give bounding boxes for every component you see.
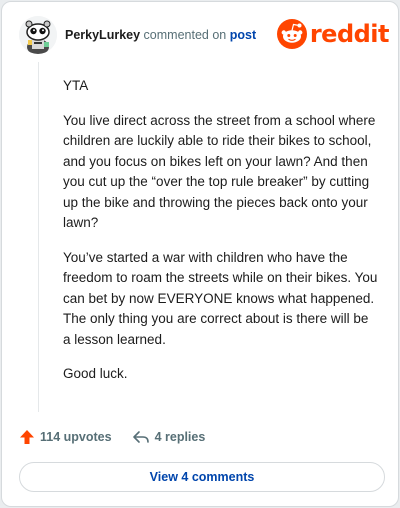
reddit-logo[interactable]: reddit bbox=[276, 18, 390, 50]
upvote-count: 114 upvotes bbox=[40, 430, 112, 444]
replies-button[interactable]: 4 replies bbox=[132, 429, 206, 445]
username-link[interactable]: PerkyLurkey bbox=[65, 28, 140, 42]
comment-card: PerkyLurkey commented on post reddit YTA… bbox=[1, 1, 399, 507]
post-link[interactable]: post bbox=[230, 28, 256, 42]
snoo-avatar-icon bbox=[19, 16, 57, 54]
comment-paragraph: Good luck. bbox=[63, 366, 128, 381]
upvote-arrow-icon bbox=[20, 430, 34, 444]
reddit-wordmark: reddit bbox=[309, 20, 390, 48]
comment-byline: PerkyLurkey commented on post bbox=[65, 28, 256, 42]
upvote-button[interactable]: 114 upvotes bbox=[19, 429, 112, 445]
comment-body: YTA You live direct across the street fr… bbox=[63, 76, 378, 399]
reply-count: 4 replies bbox=[154, 430, 206, 444]
comment-paragraph: You’ve started a war with children who h… bbox=[63, 249, 378, 347]
comment-paragraph: You live direct across the street from a… bbox=[63, 112, 376, 231]
user-avatar[interactable] bbox=[19, 16, 57, 54]
comment-header: PerkyLurkey commented on post reddit bbox=[19, 16, 390, 56]
view-comments-button[interactable]: View 4 comments bbox=[19, 462, 385, 492]
reply-arrow-icon bbox=[132, 431, 149, 443]
commented-on-text: commented on bbox=[143, 28, 227, 42]
comment-paragraph: YTA bbox=[63, 78, 89, 93]
reddit-snoo-icon bbox=[276, 19, 307, 49]
comment-actions: 114 upvotes 4 replies bbox=[19, 426, 225, 448]
thread-line[interactable] bbox=[38, 62, 39, 412]
